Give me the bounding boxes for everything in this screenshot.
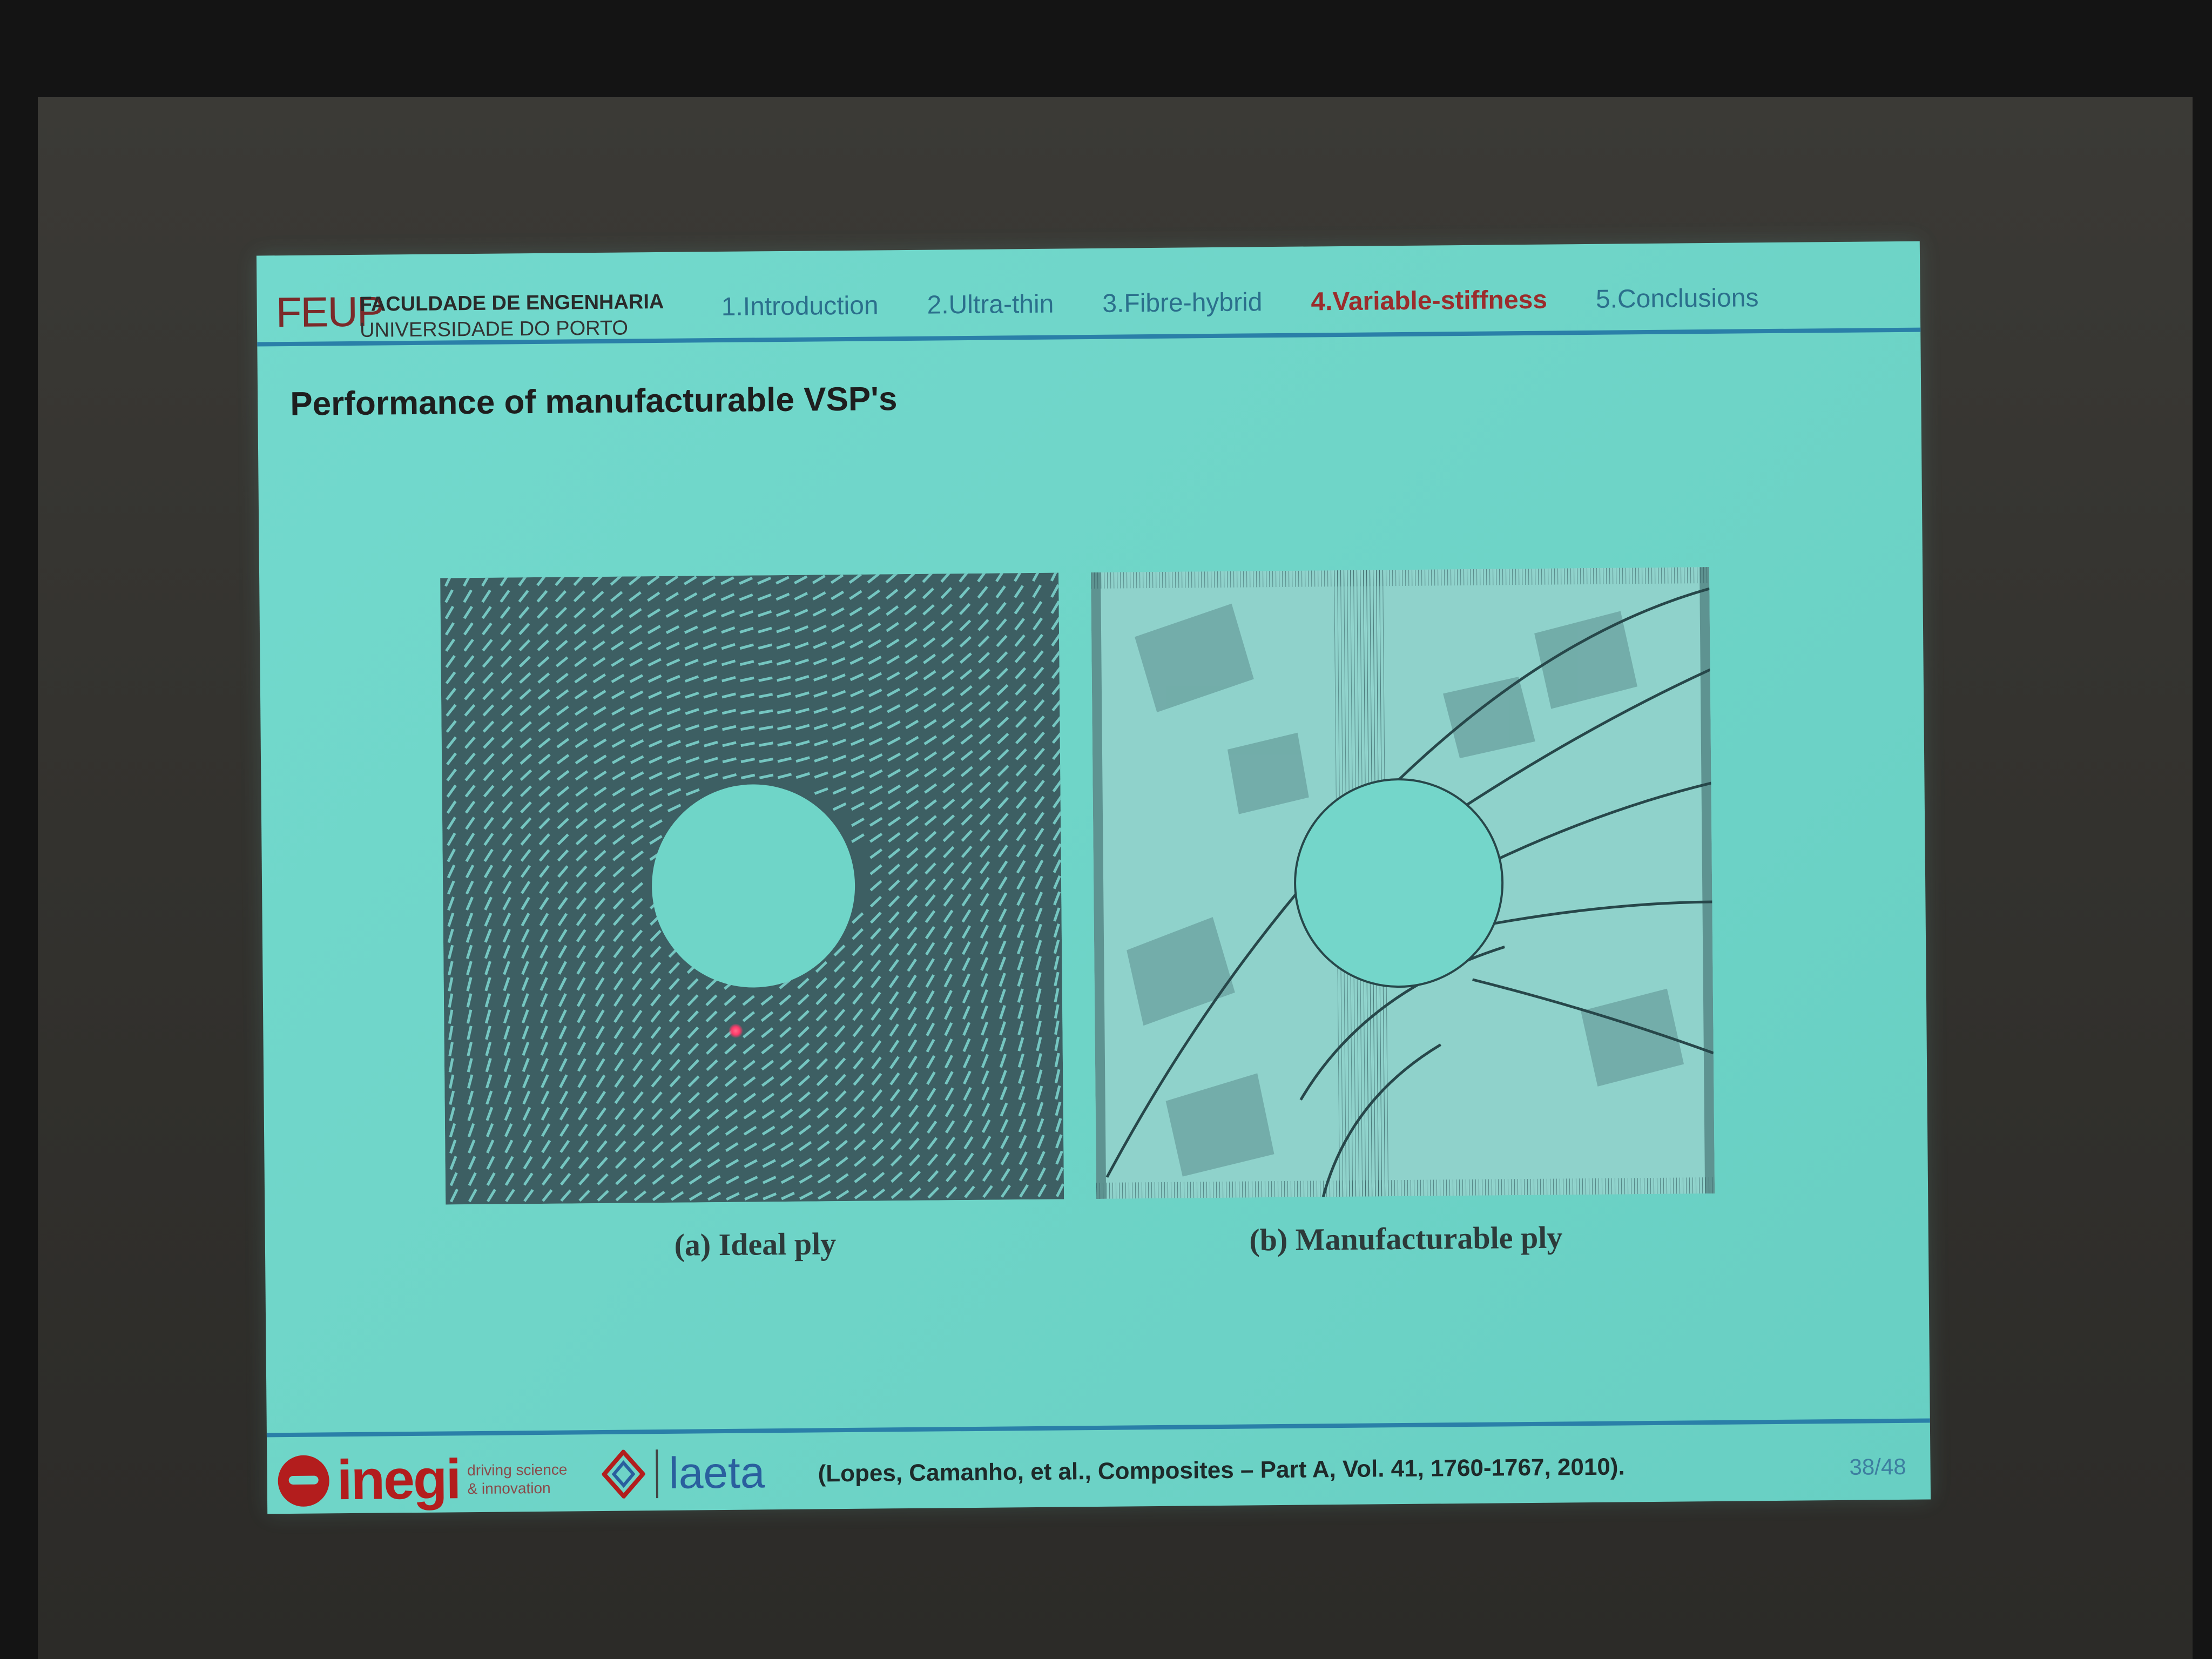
manufacturable-ply-hole [1294, 778, 1504, 988]
inegi-icon [278, 1455, 330, 1507]
inegi-tagline: driving science & innovation [467, 1460, 568, 1498]
manufacturable-ply-figure [1091, 567, 1715, 1199]
laeta-wordmark: laeta [669, 1448, 765, 1498]
inegi-wordmark: inegi [336, 1448, 460, 1512]
slide-title: Performance of manufacturable VSP's [289, 380, 898, 423]
citation-reference: (Lopes, Camanho, et al., Composites – Pa… [818, 1453, 1625, 1487]
laeta-logo: laeta [602, 1447, 765, 1500]
presentation-slide: FEUP FACULDADE DE ENGENHARIA UNIVERSIDAD… [256, 241, 1931, 1514]
institution-name: FACULDADE DE ENGENHARIA UNIVERSIDADE DO … [359, 289, 664, 343]
nav-item-fibre-hybrid: 3.Fibre-hybrid [1102, 288, 1263, 318]
nav-item-ultra-thin: 2.Ultra-thin [927, 289, 1054, 320]
page-number: 38/48 [1849, 1453, 1906, 1480]
laser-pointer-dot [729, 1023, 743, 1038]
nav-item-conclusions: 5.Conclusions [1595, 284, 1759, 314]
inegi-tagline-2: & innovation [467, 1479, 551, 1497]
caption-ideal-ply: (a) Ideal ply [674, 1226, 837, 1263]
caption-manufacturable-ply: (b) Manufacturable ply [1249, 1219, 1563, 1258]
inegi-logo: inegi driving science & innovation [278, 1447, 568, 1514]
footer-rule [266, 1418, 1930, 1438]
section-nav: 1.Introduction 2.Ultra-thin 3.Fibre-hybr… [721, 283, 1759, 322]
nav-item-introduction: 1.Introduction [721, 291, 879, 321]
laeta-divider [656, 1449, 658, 1499]
institution-line1: FACULDADE DE ENGENHARIA [359, 290, 664, 316]
inegi-tagline-1: driving science [467, 1461, 568, 1479]
ideal-ply-figure [440, 572, 1064, 1205]
ideal-ply-hole [652, 784, 855, 988]
laeta-diamond-icon [602, 1449, 645, 1499]
nav-item-variable-stiffness: 4.Variable-stiffness [1311, 285, 1548, 316]
